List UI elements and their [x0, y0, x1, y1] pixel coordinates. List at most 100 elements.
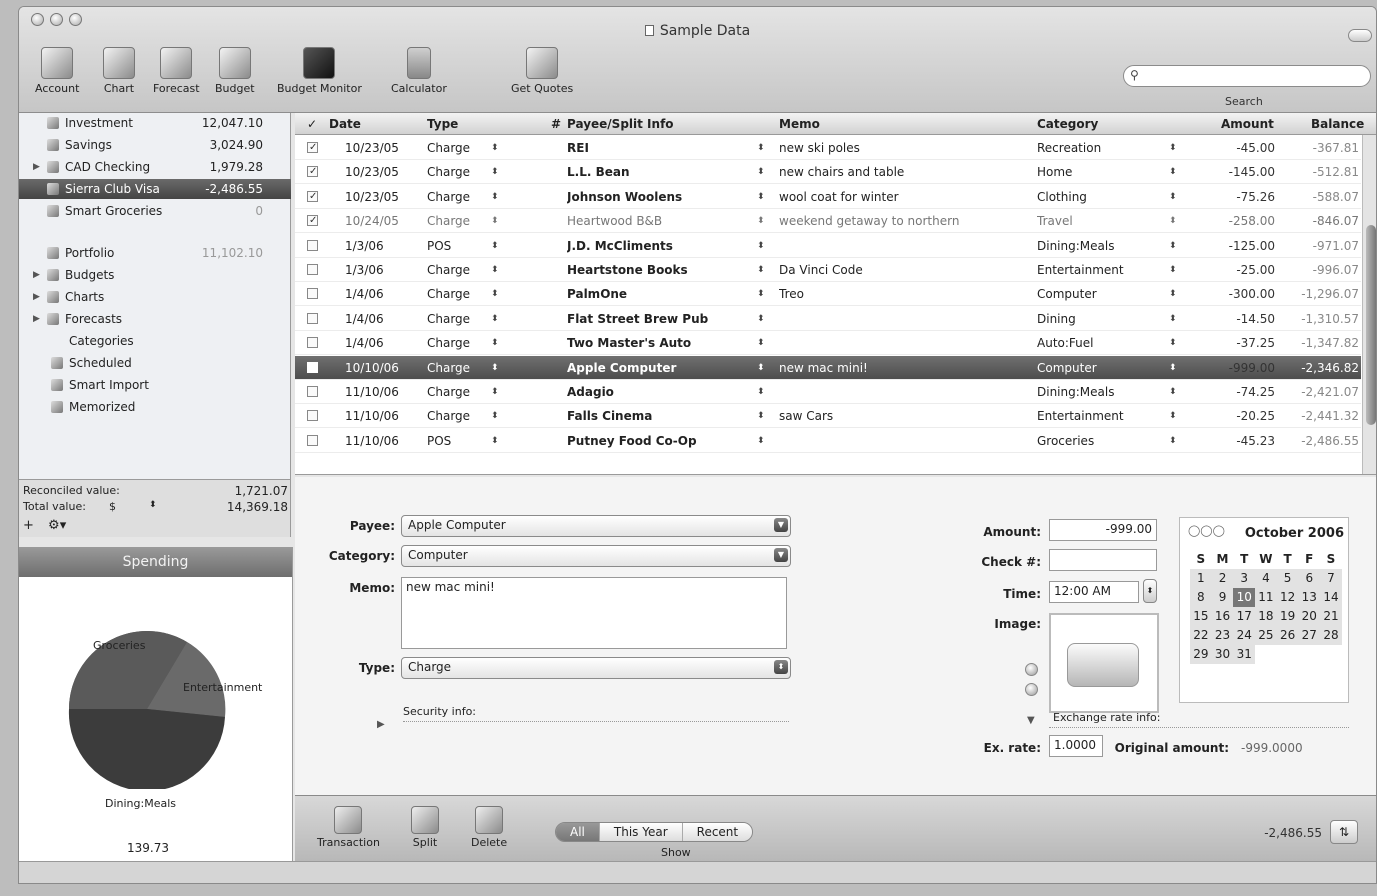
cell-type[interactable]: Charge: [427, 331, 470, 355]
sidebar-item-categories[interactable]: Categories: [19, 331, 291, 351]
cell-type[interactable]: Charge: [427, 307, 470, 331]
sidebar-item-budgets[interactable]: ▶ Budgets: [19, 265, 291, 285]
type-select[interactable]: Charge ⬍: [401, 657, 791, 679]
cleared-checkbox[interactable]: [307, 288, 318, 300]
cell-memo[interactable]: saw Cars: [779, 404, 1029, 428]
column-check-icon[interactable]: ✓: [307, 117, 317, 131]
check-number-input[interactable]: [1049, 549, 1157, 571]
column-balance[interactable]: Balance: [1311, 117, 1364, 131]
exchange-disclosure-icon[interactable]: ▼: [1027, 715, 1035, 726]
calendar-day[interactable]: 12: [1276, 588, 1299, 607]
cleared-checkbox[interactable]: [307, 215, 318, 227]
cleared-checkbox[interactable]: [307, 434, 318, 446]
cell-amount[interactable]: -999.00: [1229, 356, 1275, 380]
table-row[interactable]: 10/10/06 Charge ⬍ Apple Computer ⬍ new mac mi…: [295, 355, 1361, 380]
toolbar-account-button[interactable]: Account: [35, 47, 79, 95]
calendar-day[interactable]: 26: [1276, 626, 1299, 645]
calendar-day[interactable]: 27: [1298, 626, 1321, 645]
calendar-day[interactable]: 8: [1190, 588, 1212, 607]
cleared-checkbox[interactable]: [307, 142, 318, 153]
remove-image-button[interactable]: [1025, 683, 1038, 696]
cell-type[interactable]: POS: [427, 234, 451, 258]
table-row[interactable]: 1/4/06 Charge ⬍ Flat Street Brew Pub ⬍ Dining…: [295, 307, 1361, 331]
new-transaction-button[interactable]: Transaction: [317, 806, 380, 849]
disclosure-triangle-icon[interactable]: ▶: [33, 287, 40, 307]
calendar-day[interactable]: 15: [1190, 607, 1212, 626]
calendar-day[interactable]: 21: [1320, 607, 1342, 626]
calendar-day[interactable]: 7: [1320, 569, 1342, 588]
split-button[interactable]: Split: [411, 806, 439, 849]
register-scrollbar[interactable]: [1362, 135, 1376, 474]
filter-all[interactable]: All: [556, 823, 600, 841]
cell-amount[interactable]: -145.00: [1229, 160, 1275, 184]
cell-category[interactable]: Auto:Fuel: [1037, 331, 1157, 355]
filter-recent[interactable]: Recent: [682, 823, 753, 841]
cleared-checkbox[interactable]: [307, 264, 318, 275]
toolbar-get-quotes-button[interactable]: Get Quotes: [511, 47, 573, 95]
cleared-checkbox[interactable]: [307, 337, 318, 349]
currency-selector[interactable]: $: [109, 500, 116, 513]
cell-memo[interactable]: wool coat for winter: [779, 185, 1029, 209]
exchange-rate-input[interactable]: 1.0000: [1049, 735, 1103, 757]
column-date[interactable]: Date: [329, 117, 361, 131]
cell-payee[interactable]: Johnson Woolens: [567, 185, 747, 209]
sidebar-item-cad-checking[interactable]: ▶ CAD Checking 1,979.28: [19, 157, 291, 177]
cell-memo[interactable]: new mac mini!: [779, 356, 1029, 380]
calendar-day[interactable]: 10: [1233, 588, 1256, 607]
calendar-day[interactable]: 25: [1255, 626, 1277, 645]
table-row[interactable]: 10/23/05 Charge ⬍ L.L. Bean ⬍ new chairs and …: [295, 160, 1361, 185]
calendar-day[interactable]: 17: [1233, 607, 1256, 626]
cell-memo[interactable]: new chairs and table: [779, 160, 1029, 184]
column-type[interactable]: Type: [427, 117, 458, 131]
security-disclosure-icon[interactable]: ▶: [377, 719, 385, 730]
disclosure-triangle-icon[interactable]: ▶: [33, 309, 40, 329]
table-row[interactable]: 10/24/05 Charge ⬍ Heartwood B&B ⬍ weekend get…: [295, 209, 1361, 234]
calendar-day[interactable]: 31: [1233, 645, 1256, 664]
table-row[interactable]: 11/10/06 POS ⬍ Putney Food Co-Op ⬍ Groceries ⬍…: [295, 429, 1361, 453]
cell-category[interactable]: Dining:Meals: [1037, 234, 1157, 258]
calendar-day[interactable]: 4: [1255, 569, 1277, 588]
table-row[interactable]: 10/23/05 Charge ⬍ REI ⬍ new ski poles Recreati…: [295, 136, 1361, 160]
cleared-checkbox[interactable]: [307, 312, 318, 324]
calendar-day[interactable]: 5: [1276, 569, 1299, 588]
table-row[interactable]: 11/10/06 Charge ⬍ Falls Cinema ⬍ saw Cars Ente…: [295, 404, 1361, 429]
cell-type[interactable]: Charge: [427, 185, 470, 209]
table-row[interactable]: 1/4/06 Charge ⬍ Two Master's Auto ⬍ Auto:Fuel…: [295, 331, 1361, 356]
toolbar-calculator-button[interactable]: Calculator: [391, 47, 447, 95]
calendar-day[interactable]: 20: [1298, 607, 1321, 626]
disclosure-triangle-icon[interactable]: ▶: [33, 157, 40, 177]
calendar-day[interactable]: 30: [1211, 645, 1234, 664]
cell-payee[interactable]: J.D. McCliments: [567, 234, 747, 258]
sidebar-item-sierra-club-visa[interactable]: Sierra Club Visa -2,486.55: [19, 179, 291, 199]
toolbar-budget-monitor-button[interactable]: Budget Monitor: [277, 47, 362, 95]
cell-amount[interactable]: -74.25: [1236, 380, 1275, 404]
table-row[interactable]: 1/4/06 Charge ⬍ PalmOne ⬍ Treo Computer ⬍ -300.0…: [295, 282, 1361, 307]
cell-type[interactable]: Charge: [427, 160, 470, 184]
cell-amount[interactable]: -20.25: [1236, 404, 1275, 428]
cell-payee[interactable]: Falls Cinema: [567, 404, 747, 428]
cell-category[interactable]: Computer: [1037, 282, 1157, 306]
cell-payee[interactable]: Flat Street Brew Pub: [567, 307, 747, 331]
calendar-day[interactable]: 24: [1233, 626, 1256, 645]
calendar-day[interactable]: 19: [1276, 607, 1299, 626]
calendar-day[interactable]: 22: [1190, 626, 1212, 645]
sidebar-item-scheduled[interactable]: Scheduled: [19, 353, 291, 373]
cell-amount[interactable]: -258.00: [1229, 209, 1275, 233]
column-category[interactable]: Category: [1037, 117, 1098, 131]
add-account-button[interactable]: +: [23, 518, 34, 533]
add-image-button[interactable]: [1025, 663, 1038, 676]
cell-category[interactable]: Clothing: [1037, 185, 1157, 209]
sidebar-item-savings[interactable]: Savings 3,024.90: [19, 135, 291, 155]
toolbar-chart-button[interactable]: Chart: [103, 47, 135, 95]
toolbar-toggle-button[interactable]: [1348, 29, 1372, 42]
cleared-checkbox[interactable]: [307, 190, 318, 202]
currency-updown-icon[interactable]: ⬍: [149, 500, 157, 510]
table-row[interactable]: 1/3/06 POS ⬍ J.D. McCliments ⬍ Dining:Meals ⬍ -…: [295, 234, 1361, 258]
calendar-day[interactable]: 6: [1298, 569, 1321, 588]
filter-this-year[interactable]: This Year: [599, 823, 683, 841]
disclosure-triangle-icon[interactable]: ▶: [33, 265, 40, 285]
cleared-checkbox[interactable]: [307, 386, 318, 397]
cell-amount[interactable]: -14.50: [1236, 307, 1275, 331]
payee-field[interactable]: Apple Computer ▼: [401, 515, 791, 537]
receipt-image-well[interactable]: [1049, 613, 1159, 713]
